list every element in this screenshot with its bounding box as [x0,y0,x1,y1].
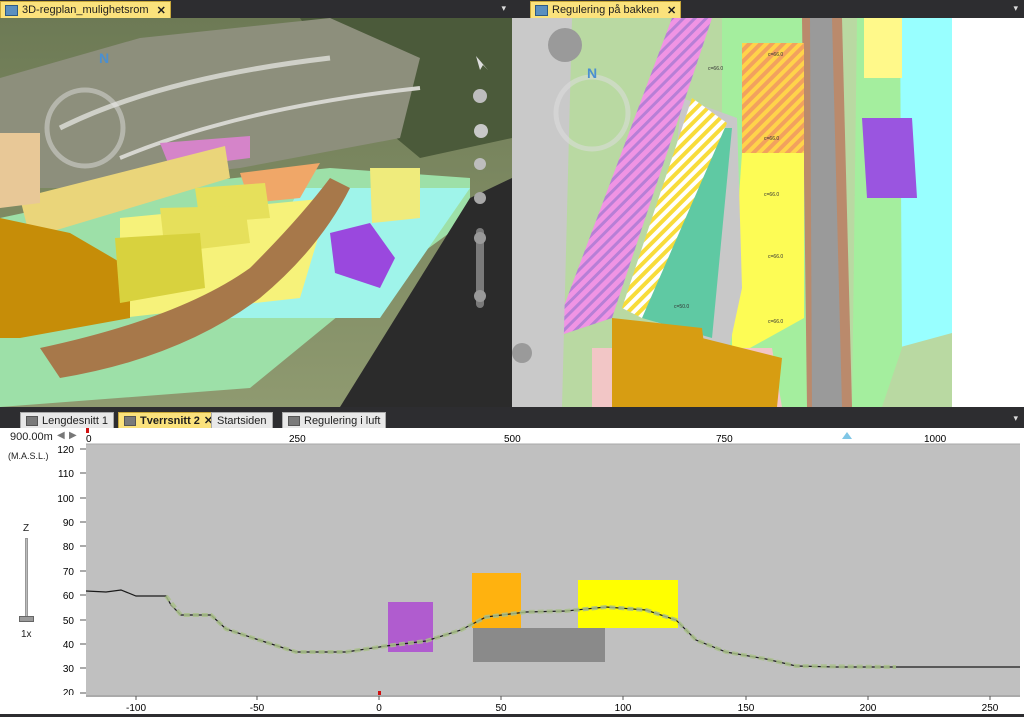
x-tick-label: 150 [738,703,755,714]
ruler-tick: 750 [716,434,733,445]
nav-arrow-left-icon[interactable]: ◀ [57,430,65,441]
pane-menu-icon[interactable]: ▾ [1013,413,1018,424]
y-tick-label: 70 [63,567,75,578]
close-icon[interactable]: ✕ [667,4,676,17]
x-tick-label: 0 [376,703,382,714]
y-axis: 120 110 100 90 80 70 60 50 40 30 20 [54,445,86,699]
tab-regulering-i-luft[interactable]: Regulering i luft [282,412,387,428]
zoom-track[interactable] [25,538,28,620]
map-icon [288,415,300,426]
ruler-svg: 0 250 500 750 1000 [86,428,1020,445]
tab-tverrsnitt-2[interactable]: Tverrsnitt 2 ✕ [118,412,220,428]
compass-north: N [99,50,109,66]
svg-text:c=66.0: c=66.0 [768,319,783,325]
pane-tabstrip: Regulering på bakken ✕ ▾ [512,0,1024,18]
ruler-tick: 0 [86,434,92,445]
svg-text:c=66.0: c=66.0 [768,254,783,260]
x-tick-label: 100 [615,703,632,714]
zoom-label: Z [23,523,30,534]
section-grey-volume [473,628,605,662]
zoom-thumb[interactable] [19,616,34,622]
y-tick-label: 110 [58,469,74,480]
3d-viewport[interactable]: N [0,18,512,407]
svg-text:c=66.0: c=66.0 [764,192,779,198]
tab-label: Startsiden [217,414,267,427]
compass-north: N [587,65,597,81]
plan-map: N c=66.0 c=66.0 c=66.0 c=66.0 c=66.0 c=6… [512,18,1024,407]
y-tick-label: 50 [63,616,75,627]
x-axis-svg: -100 -50 0 50 100 150 200 250 [86,695,1020,714]
tab-label: Regulering på bakken [552,4,660,16]
y-tick-label: 40 [63,640,75,651]
tab-lengdesnitt-1[interactable]: Lengdesnitt 1 [20,412,115,428]
tab-label: 3D-regplan_mulighetsrom [22,4,149,16]
tab-3d-regplan[interactable]: 3D-regplan_mulighetsrom ✕ [0,1,171,18]
position-readout: 900.00m [10,431,53,443]
x-tick-label: 200 [860,703,877,714]
roundabout [548,28,582,62]
pane-menu-icon[interactable]: ▾ [1013,3,1018,14]
y-axis-svg: 120 110 100 90 80 70 60 50 40 30 20 [57,445,86,699]
x-tick-label: 50 [495,703,507,714]
section-yellow-volume [578,580,678,628]
zone-orange [612,318,712,407]
nav-arrow-right-icon[interactable]: ▶ [69,430,77,441]
pane-menu-icon[interactable]: ▾ [501,3,506,14]
svg-text:c=66.0: c=66.0 [764,136,779,142]
section-icon [26,415,38,426]
pane-3d-view: 3D-regplan_mulighetsrom ✕ ▾ N [0,0,512,407]
pane-plan-view: Regulering på bakken ✕ ▾ N c=66.0 c=66.0… [512,0,1024,407]
station-marker-icon[interactable] [842,432,852,439]
tab-startsiden[interactable]: Startsiden [211,412,273,428]
svg-text:c=66.0: c=66.0 [768,52,783,58]
y-tick-label: 60 [63,591,75,602]
y-tick-label: 100 [57,494,74,505]
map-icon [535,4,548,16]
section-tabstrip: Lengdesnitt 1 Tverrsnitt 2 ✕ Startsiden … [0,411,1024,428]
station-ruler[interactable]: 0 250 500 750 1000 [86,428,1020,445]
cross-section-svg [86,445,1020,695]
x-tick-label: -50 [250,703,265,714]
tab-label: Lengdesnitt 1 [42,414,109,427]
svg-text:c=50.0: c=50.0 [674,304,689,310]
building-small [370,168,420,223]
plan-viewport[interactable]: N c=66.0 c=66.0 c=66.0 c=66.0 c=66.0 c=6… [512,18,1024,407]
ruler-tick: 500 [504,434,521,445]
x-axis: -100 -50 0 50 100 150 200 250 [86,695,1020,714]
x-tick-label: -100 [126,703,146,714]
zoom-slider[interactable]: Z 1x [18,523,34,643]
zone-purple [862,118,917,198]
3d-scene: N [0,18,512,407]
y-tick-label: 30 [63,664,75,675]
tab-regulering-pa-bakken[interactable]: Regulering på bakken ✕ [530,1,682,18]
cross-section-plot[interactable] [86,445,1020,695]
tab-label: Tverrsnitt 2 [140,414,200,427]
tab-label: Regulering i luft [304,414,381,427]
pane-tabstrip: 3D-regplan_mulighetsrom ✕ ▾ [0,0,512,18]
y-tick-label: 20 [63,688,75,695]
ruler-tick: 1000 [924,434,947,445]
height-reference-label: (M.A.S.L.) [8,451,49,461]
close-icon[interactable]: ✕ [157,4,166,17]
x-tick-label: 250 [982,703,999,714]
y-tick-label: 90 [63,518,75,529]
y-tick-label: 80 [63,542,75,553]
section-icon [124,415,136,426]
svg-text:c=66.0: c=66.0 [708,66,723,72]
zoom-value: 1x [21,629,32,640]
document-icon [5,4,18,16]
y-tick-label: 120 [57,445,74,456]
ruler-tick: 250 [289,434,306,445]
